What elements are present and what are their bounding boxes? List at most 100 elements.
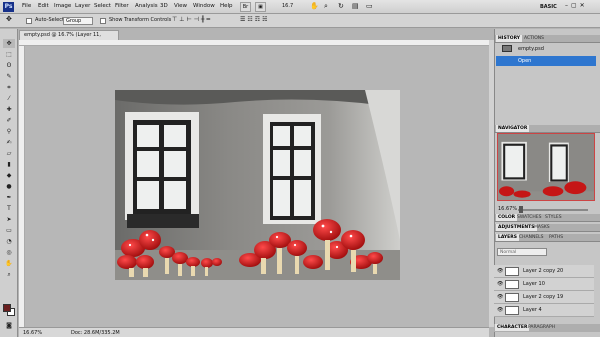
tab-swatches[interactable]: SWATCHES [515, 214, 544, 221]
navigator-thumbnail [498, 134, 594, 200]
layer-row[interactable]: 👁 Layer 2 copy 19 [494, 291, 594, 304]
brush-tool-icon[interactable]: ✐ [3, 116, 15, 125]
layer-thumbnail [505, 306, 519, 315]
type-tool-icon[interactable]: T [3, 204, 15, 213]
horizontal-ruler [19, 40, 489, 46]
tab-styles[interactable]: STYLES [543, 214, 564, 221]
screen-mode-icon[interactable]: ▭ [366, 2, 373, 10]
layer-name[interactable]: Layer 10 [523, 281, 545, 287]
tab-actions[interactable]: ACTIONS [522, 35, 546, 42]
menu-file[interactable]: File [22, 3, 31, 9]
blur-tool-icon[interactable]: ◆ [3, 171, 15, 180]
history-snapshot-name[interactable]: empty.psd [518, 46, 544, 52]
layer-thumbnail [505, 267, 519, 276]
workspace-switcher[interactable]: BASIC [540, 4, 557, 10]
menu-help[interactable]: Help [220, 3, 233, 9]
tab-masks[interactable]: MASKS [532, 224, 552, 231]
history-snapshot-thumbnail[interactable] [502, 45, 512, 52]
layer-row[interactable]: 👁 Layer 2 copy 20 [494, 265, 594, 278]
layer-name[interactable]: Layer 2 copy 19 [523, 294, 563, 300]
app-logo: Ps [3, 2, 14, 12]
character-panel-header: CHARACTER PARAGRAPH [494, 324, 600, 332]
tab-channels[interactable]: CHANNELS [517, 234, 546, 241]
auto-select-dropdown[interactable]: Group [63, 17, 93, 25]
navigator-zoom-knob[interactable] [519, 206, 523, 213]
eyedropper-tool-icon[interactable]: ⁄ [3, 94, 15, 103]
healing-brush-tool-icon[interactable]: ✚ [3, 105, 15, 114]
tools-panel: ✥ ⬚ ʘ ✎ ⌗ ⁄ ✚ ✐ ⚲ ✍ ▱ ▮ ◆ ● ✒ T ➤ ▭ ◔ ◎ … [0, 29, 18, 337]
tab-paths[interactable]: PATHS [547, 234, 565, 241]
menu-select[interactable]: Select [94, 3, 111, 9]
pen-tool-icon[interactable]: ✒ [3, 193, 15, 202]
move-tool-icon[interactable]: ✥ [3, 39, 15, 48]
eye-icon[interactable]: 👁 [497, 281, 503, 287]
clone-stamp-tool-icon[interactable]: ⚲ [3, 127, 15, 136]
blend-mode-dropdown[interactable]: Normal [497, 248, 547, 256]
shape-tool-icon[interactable]: ▭ [3, 226, 15, 235]
menu-filter[interactable]: Filter [115, 3, 129, 9]
status-bar: 16.67% Doc: 28.6M/335.2M [19, 327, 489, 337]
layer-name[interactable]: Layer 2 copy 20 [523, 268, 563, 274]
menu-image[interactable]: Image [54, 3, 71, 9]
eye-icon[interactable]: 👁 [497, 268, 503, 274]
tab-layers[interactable]: LAYERS [496, 234, 519, 241]
show-transform-checkbox[interactable] [100, 18, 106, 24]
menu-bar: Ps File Edit Image Layer Select Filter A… [0, 0, 600, 14]
auto-select-label: Auto-Select: [35, 17, 66, 23]
eraser-tool-icon[interactable]: ▱ [3, 149, 15, 158]
quick-select-tool-icon[interactable]: ✎ [3, 72, 15, 81]
bridge-button[interactable]: Br [240, 2, 251, 12]
rotate-view-icon[interactable]: ↻ [338, 2, 344, 10]
gradient-tool-icon[interactable]: ▮ [3, 160, 15, 169]
menu-layer[interactable]: Layer [75, 3, 90, 9]
hand-tool-icon[interactable]: ✋ [3, 259, 15, 268]
menu-3d[interactable]: 3D [160, 3, 168, 9]
layer-thumbnail [505, 280, 519, 289]
menu-analysis[interactable]: Analysis [135, 3, 158, 9]
distribute-buttons[interactable]: ☰☷☶☵ [240, 16, 270, 23]
dodge-tool-icon[interactable]: ● [3, 182, 15, 191]
window-controls[interactable]: –▢✕ [565, 2, 588, 9]
quick-mask-icon[interactable]: ◙ [3, 321, 15, 330]
hand-icon[interactable]: ✋ [310, 2, 319, 10]
eye-icon[interactable]: 👁 [497, 307, 503, 313]
document-tab[interactable]: empty.psd @ 16.7% (Layer 11, RGB/8) * [19, 30, 119, 47]
status-doc-size: Doc: 28.6M/335.2M [71, 330, 120, 336]
zoom-tool-icon[interactable]: ⌕ [324, 2, 328, 11]
navigator-preview[interactable] [497, 133, 595, 201]
layer-name[interactable]: Layer 4 [523, 307, 542, 313]
move-tool-preset-icon[interactable]: ✥ [6, 15, 12, 23]
navigator-zoom-slider[interactable] [518, 209, 588, 211]
tab-color[interactable]: COLOR [496, 214, 518, 221]
align-buttons[interactable]: ⊤⊥⊢⊣╫═ [172, 16, 212, 23]
3d-orbit-tool-icon[interactable]: ◎ [3, 248, 15, 257]
zoom-tool-icon[interactable]: ⌕ [3, 270, 15, 279]
zoom-level[interactable]: 16.7 [282, 3, 293, 9]
auto-select-checkbox[interactable] [26, 18, 32, 24]
tab-character[interactable]: CHARACTER [495, 324, 530, 331]
mini-bridge-button[interactable]: ▣ [255, 2, 266, 12]
document-canvas[interactable] [115, 90, 400, 280]
arrange-documents-icon[interactable]: ▤ [352, 2, 359, 10]
tab-adjustments[interactable]: ADJUSTMENTS [496, 224, 537, 231]
layer-row[interactable]: 👁 Layer 10 [494, 278, 594, 291]
3d-rotate-tool-icon[interactable]: ◔ [3, 237, 15, 246]
history-state-open[interactable]: Open [496, 56, 596, 66]
menu-edit[interactable]: Edit [38, 3, 49, 9]
tab-paragraph[interactable]: PARAGRAPH [526, 324, 557, 331]
layer-thumbnail [505, 293, 519, 302]
eye-icon[interactable]: 👁 [497, 294, 503, 300]
lasso-tool-icon[interactable]: ʘ [3, 61, 15, 70]
status-zoom[interactable]: 16.67% [23, 330, 42, 336]
menu-window[interactable]: Window [193, 3, 215, 9]
crop-tool-icon[interactable]: ⌗ [3, 83, 15, 92]
foreground-color-swatch[interactable] [3, 304, 11, 312]
path-selection-tool-icon[interactable]: ➤ [3, 215, 15, 224]
tab-history[interactable]: HISTORY [496, 35, 523, 42]
tab-navigator[interactable]: NAVIGATOR [496, 125, 530, 132]
history-brush-tool-icon[interactable]: ✍ [3, 138, 15, 147]
marquee-tool-icon[interactable]: ⬚ [3, 50, 15, 59]
navigator-zoom-readout[interactable]: 16.67% [498, 206, 517, 212]
menu-view[interactable]: View [174, 3, 187, 9]
layer-row[interactable]: 👁 Layer 4 [494, 304, 594, 317]
